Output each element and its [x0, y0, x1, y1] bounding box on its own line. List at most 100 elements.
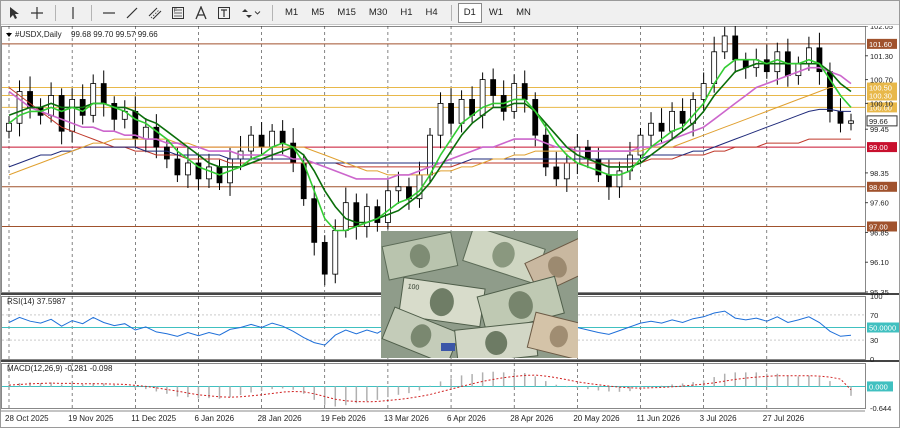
date-axis-label: 27 Jul 2026 [763, 414, 805, 423]
date-axis-label: 11 Jun 2026 [637, 414, 681, 423]
candle-body [458, 99, 465, 124]
chart-ohlc-label: 99.68 99.70 99.57 99.66 [71, 30, 158, 39]
candle-body [48, 95, 54, 116]
cursor-tool-button[interactable] [3, 3, 25, 23]
candle-body [490, 79, 497, 96]
equidistant-channel-tool-button[interactable] [144, 3, 166, 23]
date-axis-label: 11 Dec 2025 [131, 414, 176, 423]
date-axis-label: 20 May 2026 [573, 414, 620, 423]
date-axis-label: 28 Oct 2025 [5, 414, 49, 423]
rsi-axis-label: 70 [870, 311, 878, 320]
chart-area[interactable]: 28 Oct 2025 19 Nov 2025 11 Dec 2025 6 Jan 2… [1, 26, 899, 428]
timeframe-h4-button[interactable]: H4 [420, 3, 444, 23]
candle-body [690, 99, 697, 124]
price-axis-label: 101.30 [870, 52, 893, 61]
price-axis-label: 96.85 [870, 228, 889, 237]
candle-body [669, 110, 675, 132]
timeframe-m5-button[interactable]: M5 [305, 3, 330, 23]
candle-body [648, 122, 654, 136]
vertical-line-tool-button[interactable] [62, 3, 84, 23]
level-price-label: 101.60 [869, 40, 892, 49]
timeframe-w1-button[interactable]: W1 [483, 3, 509, 23]
candle-body [374, 206, 381, 223]
chevron-down-icon [254, 11, 261, 15]
text-label-icon [218, 6, 230, 19]
candle-body [679, 110, 686, 124]
candle-body [848, 120, 854, 124]
text-tool-button[interactable] [190, 3, 212, 23]
rsi-indicator-label: RSI(14) 37.5987 [7, 297, 66, 306]
date-axis-label: 19 Feb 2026 [321, 414, 366, 423]
crosshair-tool-button[interactable] [26, 3, 48, 23]
chart-symbol-arrow-icon [6, 33, 12, 37]
date-axis-label: 28 Apr 2026 [510, 414, 554, 423]
candle-body [258, 134, 265, 148]
toolbar-separator [450, 4, 452, 21]
date-axis-label: 6 Jan 2026 [194, 414, 234, 423]
candle-body [711, 51, 718, 84]
timeframe-m1-button[interactable]: M1 [279, 3, 304, 23]
candle-body [311, 198, 318, 243]
candle-body [837, 110, 844, 124]
svg-text:F: F [174, 8, 177, 14]
level-price-label: 99.00 [869, 143, 888, 152]
candle-body [763, 59, 770, 73]
candle-body [732, 35, 739, 61]
banknotes-image: 100 [381, 231, 578, 358]
candle-body [321, 241, 328, 275]
arrows-tool-button[interactable] [236, 3, 265, 23]
candle-body [469, 99, 476, 116]
candle-body [69, 99, 76, 132]
candle-body [100, 83, 107, 104]
text-a-icon [195, 5, 207, 19]
candle-body [637, 134, 644, 156]
date-axis-label: 28 Jan 2026 [258, 414, 303, 423]
candle-body [163, 146, 170, 160]
price-axis-label: 96.10 [870, 258, 889, 267]
candle-body [795, 63, 802, 77]
candle-body [174, 158, 181, 176]
candle-body [332, 230, 339, 275]
timeframe-selector: M1 M5 M15 M30 H1 H4 D1 W1 MN [279, 2, 538, 23]
toolbar-separator [91, 4, 92, 21]
candle-body [279, 130, 286, 144]
date-axis-label: 13 Mar 2026 [384, 414, 429, 423]
rsi-axis-label: 30 [870, 336, 878, 345]
candle-body [700, 83, 707, 100]
price-axis-label: 100.70 [870, 76, 893, 85]
candle-body [111, 103, 118, 120]
candle-body [584, 146, 591, 160]
horizontal-line-icon [103, 11, 115, 14]
candle-body [511, 83, 518, 112]
trendline-icon [126, 7, 138, 18]
channel-icon [148, 7, 162, 19]
trendline-tool-button[interactable] [121, 3, 143, 23]
toolbar: F M1 M5 M15 M30 H1 H4 D1 W1 MN [1, 1, 899, 25]
rsi-axis-label: 0 [870, 355, 874, 364]
timeframe-m15-button[interactable]: M15 [331, 3, 361, 23]
candle-body [521, 83, 528, 100]
candle-body [595, 158, 602, 176]
macd-axis-label: -0.644 [870, 404, 891, 413]
text-label-tool-button[interactable] [213, 3, 235, 23]
horizontal-line-tool-button[interactable] [98, 3, 120, 23]
candle-body [721, 35, 728, 53]
timeframe-d1-button[interactable]: D1 [457, 2, 482, 23]
price-axis-label: 97.60 [870, 199, 889, 208]
candle-body [553, 166, 560, 180]
timeframe-h1-button[interactable]: H1 [394, 3, 418, 23]
date-axis-label: 6 Apr 2026 [447, 414, 486, 423]
candle-body [6, 122, 12, 132]
candle-body [185, 162, 191, 176]
candle-body [658, 122, 665, 132]
price-axis-label: 99.45 [870, 125, 889, 134]
macd-indicator-label: MACD(12,26,9) -0.281 -0.098 [7, 364, 113, 373]
price-axis-label: 98.35 [870, 169, 889, 178]
price-axis-label: 102.05 [870, 26, 893, 31]
candle-body [427, 134, 433, 176]
fibonacci-tool-button[interactable]: F [167, 3, 189, 23]
timeframe-mn-button[interactable]: MN [510, 3, 537, 23]
candle-body [774, 51, 781, 73]
timeframe-m30-button[interactable]: M30 [363, 3, 393, 23]
candle-body [616, 170, 623, 188]
